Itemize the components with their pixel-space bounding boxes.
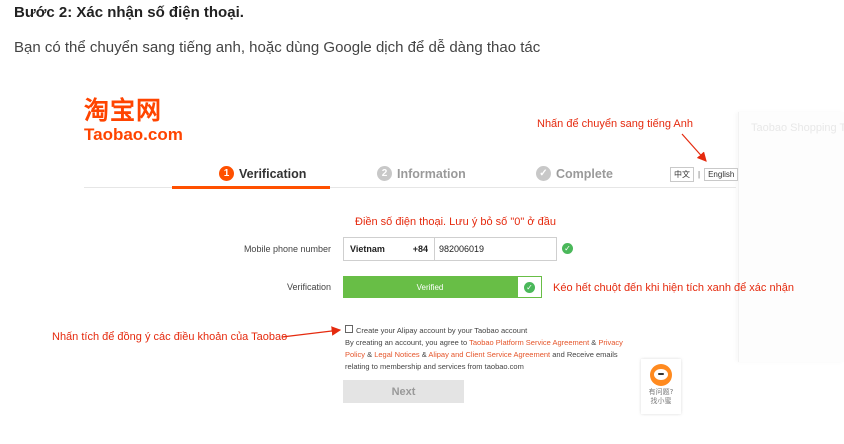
arrow-to-checkbox xyxy=(281,326,342,338)
arrow-to-english xyxy=(681,133,707,162)
annotation-arrows xyxy=(281,133,707,338)
